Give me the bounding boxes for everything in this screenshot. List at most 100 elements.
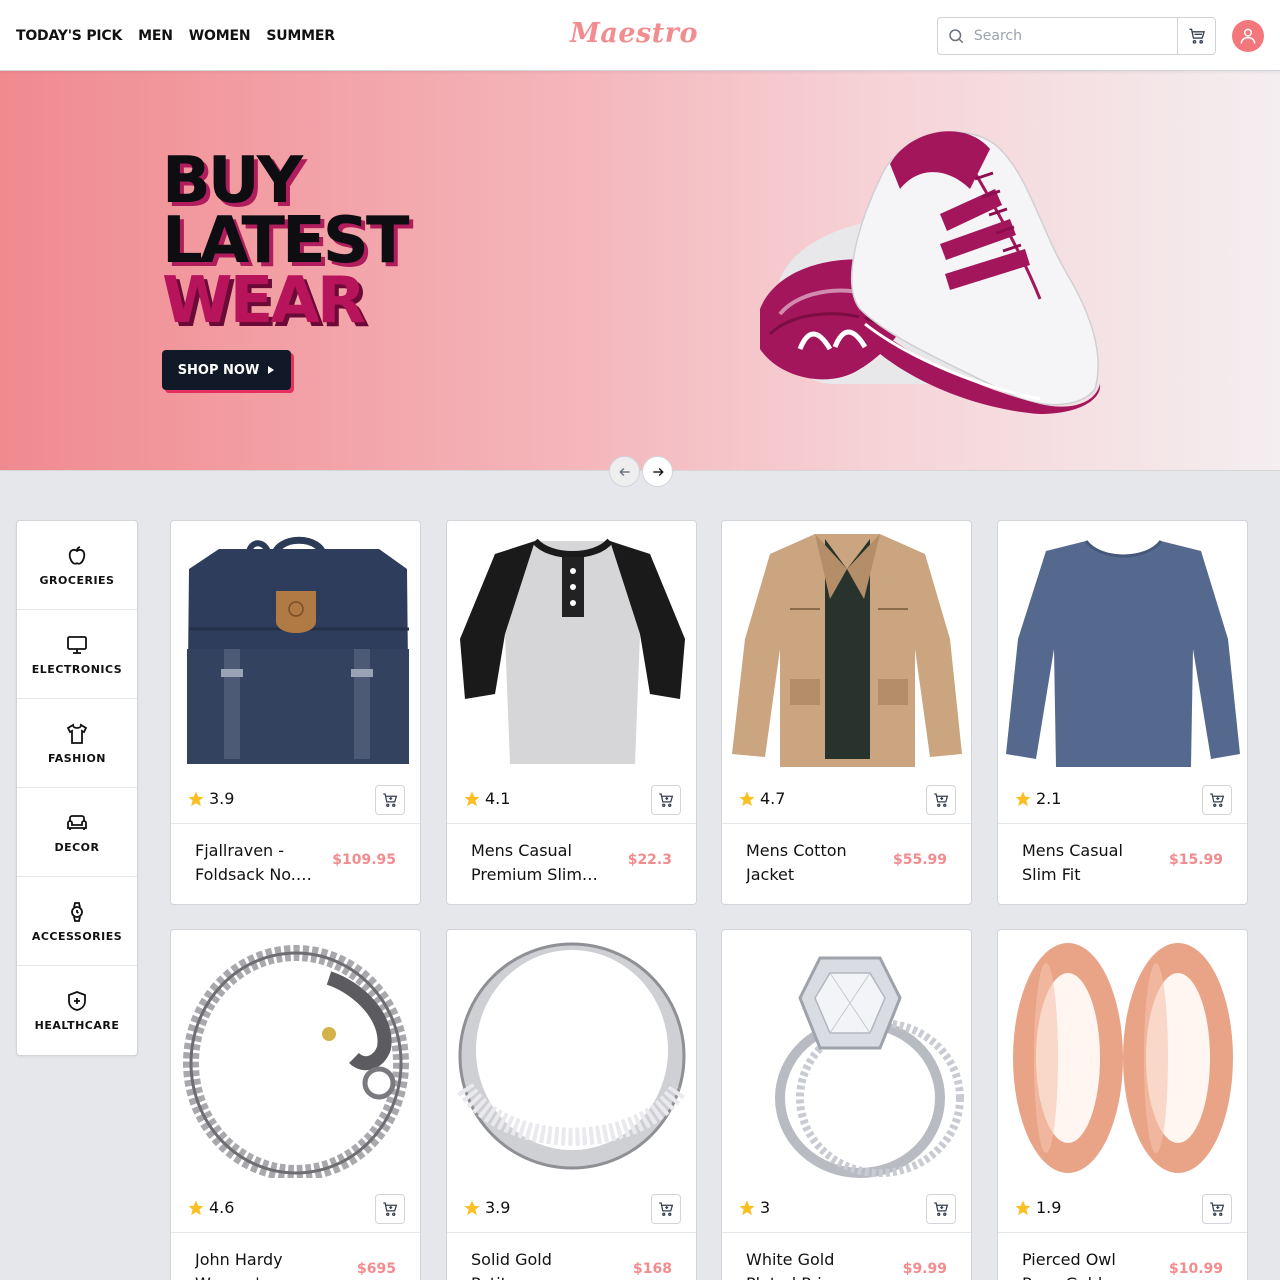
product-image-backpack xyxy=(187,536,409,764)
arrow-right-icon xyxy=(652,467,664,476)
category-electronics[interactable]: ELECTRONICS xyxy=(17,610,137,699)
product-price: $55.99 xyxy=(892,852,947,868)
search-bar xyxy=(937,17,1216,55)
search-input[interactable] xyxy=(973,19,1178,53)
rating-value: 4.1 xyxy=(485,789,511,808)
sofa-icon xyxy=(67,814,87,830)
product-card[interactable]: 4.6 John Hardy Women's Legends... $695 xyxy=(170,929,421,1280)
product-name[interactable]: Mens Casual Slim Fit xyxy=(1022,839,1152,887)
category-healthcare[interactable]: HEALTHCARE xyxy=(17,966,137,1055)
product-image-henley xyxy=(460,538,685,764)
card-divider xyxy=(171,1232,420,1233)
cart-plus-icon xyxy=(659,793,674,807)
category-groceries[interactable]: GROCERIES xyxy=(17,521,137,610)
product-rating: 2.1 xyxy=(1014,789,1061,808)
carousel-next-button[interactable] xyxy=(642,456,673,487)
cart-plus-icon xyxy=(1210,793,1225,807)
nav-women[interactable]: WOMEN xyxy=(189,28,251,44)
apple-icon xyxy=(68,545,86,565)
product-name[interactable]: Pierced Owl Rose Gold Plated... xyxy=(1022,1248,1152,1280)
rating-value: 4.6 xyxy=(209,1198,235,1217)
watch-icon xyxy=(71,901,83,922)
product-card[interactable]: 2.1 Mens Casual Slim Fit $15.99 xyxy=(997,520,1248,905)
star-icon xyxy=(1015,791,1031,806)
brand-logo[interactable]: Maestro xyxy=(570,18,698,49)
product-name[interactable]: White Gold Plated Princess xyxy=(746,1248,876,1280)
add-to-cart-button[interactable] xyxy=(926,1194,956,1224)
shop-now-label: SHOP NOW xyxy=(177,362,260,378)
main-nav: TODAY'S PICK MEN WOMEN SUMMER xyxy=(16,0,335,71)
product-name[interactable]: Mens Casual Premium Slim Fit... xyxy=(471,839,601,887)
carousel-prev-button[interactable] xyxy=(609,456,640,487)
product-price: $9.99 xyxy=(902,1261,947,1277)
product-price: $168 xyxy=(633,1261,672,1277)
card-divider xyxy=(722,823,971,824)
rating-value: 2.1 xyxy=(1036,789,1062,808)
product-rating: 3.9 xyxy=(187,789,234,808)
product-rating: 4.1 xyxy=(463,789,510,808)
card-divider xyxy=(171,823,420,824)
category-sidebar: GROCERIES ELECTRONICS FASHION DECOR ACCE… xyxy=(16,520,138,1056)
add-to-cart-button[interactable] xyxy=(926,785,956,815)
add-to-cart-button[interactable] xyxy=(1202,785,1232,815)
card-divider xyxy=(998,823,1247,824)
product-rating: 4.6 xyxy=(187,1198,234,1217)
category-label: GROCERIES xyxy=(39,573,115,587)
arrow-left-icon xyxy=(618,467,630,476)
category-label: DECOR xyxy=(54,840,100,854)
add-to-cart-button[interactable] xyxy=(375,785,405,815)
add-to-cart-button[interactable] xyxy=(651,1194,681,1224)
product-image-bracelet xyxy=(183,945,409,1178)
shop-now-button[interactable]: SHOP NOW xyxy=(162,350,291,390)
sneaker-image xyxy=(760,131,1101,414)
product-card[interactable]: 4.1 Mens Casual Premium Slim Fit... $22.… xyxy=(446,520,697,905)
cart-plus-icon xyxy=(659,1202,674,1216)
product-name[interactable]: Mens Cotton Jacket xyxy=(746,839,876,887)
rating-value: 4.7 xyxy=(760,789,786,808)
product-image-jacket xyxy=(732,534,962,767)
card-divider xyxy=(998,1232,1247,1233)
product-card[interactable]: 3 White Gold Plated Princess $9.99 xyxy=(721,929,972,1280)
product-name[interactable]: Solid Gold Petite Micropave xyxy=(471,1248,601,1280)
category-label: FASHION xyxy=(47,751,107,765)
product-price: $10.99 xyxy=(1168,1261,1223,1277)
category-decor[interactable]: DECOR xyxy=(17,788,137,877)
category-label: ELECTRONICS xyxy=(31,662,123,676)
cart-plus-icon xyxy=(934,1202,949,1216)
nav-summer[interactable]: SUMMER xyxy=(266,28,335,44)
hero-banner: BUY LATEST WEAR SHOP NOW xyxy=(0,71,1280,471)
product-rating: 3 xyxy=(738,1198,770,1217)
category-accessories[interactable]: ACCESSORIES xyxy=(17,877,137,966)
product-card[interactable]: 3.9 Solid Gold Petite Micropave $168 xyxy=(446,929,697,1280)
star-icon xyxy=(1015,1200,1031,1215)
star-icon xyxy=(188,791,204,806)
add-to-cart-button[interactable] xyxy=(651,785,681,815)
nav-todays-pick[interactable]: TODAY'S PICK xyxy=(16,28,122,44)
category-label: ACCESSORIES xyxy=(31,929,123,943)
add-to-cart-button[interactable] xyxy=(1202,1194,1232,1224)
product-name[interactable]: John Hardy Women's Legends... xyxy=(195,1248,325,1280)
product-card[interactable]: 1.9 Pierced Owl Rose Gold Plated... $10.… xyxy=(997,929,1248,1280)
product-name[interactable]: Fjallraven - Foldsack No. 1... xyxy=(195,839,325,887)
nav-men[interactable]: MEN xyxy=(138,28,173,44)
star-icon xyxy=(188,1200,204,1215)
shirt-icon xyxy=(66,722,88,744)
product-card[interactable]: 3.9 Fjallraven - Foldsack No. 1... $109.… xyxy=(170,520,421,905)
cart-icon[interactable] xyxy=(1177,18,1215,54)
category-label: HEALTHCARE xyxy=(34,1019,120,1032)
add-to-cart-button[interactable] xyxy=(375,1194,405,1224)
user-avatar[interactable] xyxy=(1232,20,1264,52)
user-icon xyxy=(1240,28,1256,44)
search-icon xyxy=(938,27,974,45)
card-divider xyxy=(447,823,696,824)
card-divider xyxy=(722,1232,971,1233)
monitor-icon xyxy=(67,635,87,654)
rating-value: 1.9 xyxy=(1036,1198,1062,1217)
cart-plus-icon xyxy=(383,1202,398,1216)
star-icon xyxy=(739,791,755,806)
category-fashion[interactable]: FASHION xyxy=(17,699,137,788)
product-card[interactable]: 4.7 Mens Cotton Jacket $55.99 xyxy=(721,520,972,905)
card-divider xyxy=(447,1232,696,1233)
shield-plus-icon xyxy=(68,991,86,1011)
caret-right-icon xyxy=(268,366,275,374)
